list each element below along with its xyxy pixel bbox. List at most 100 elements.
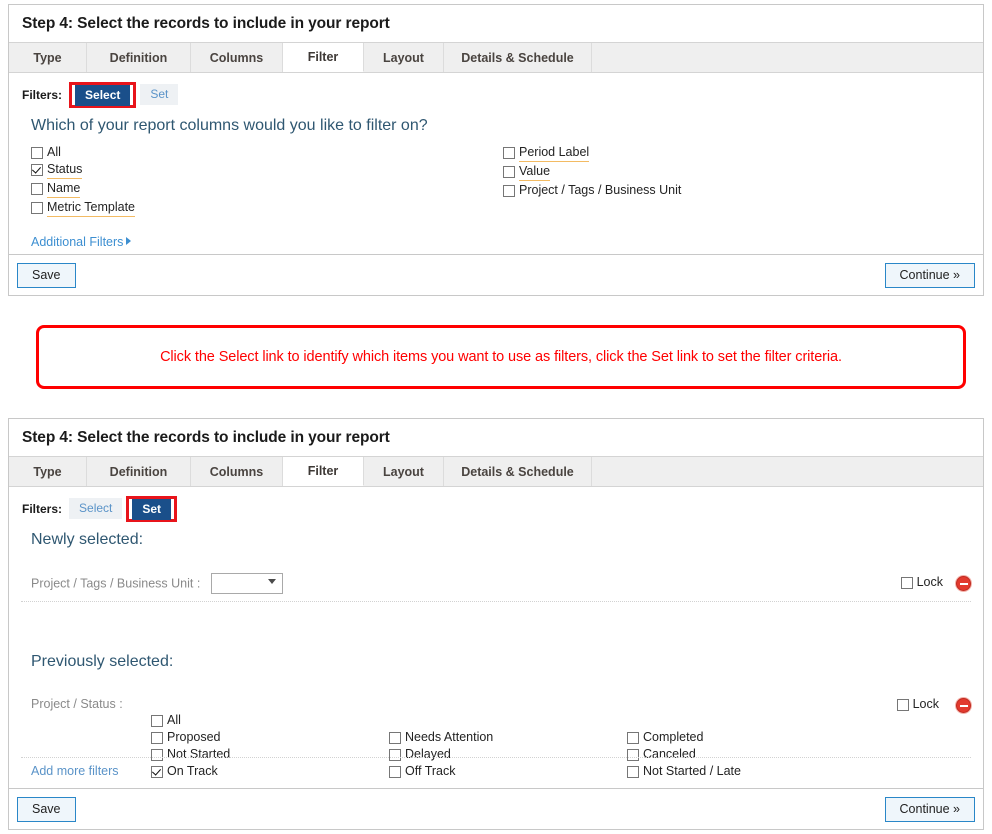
checkbox-period-label[interactable] xyxy=(503,147,515,159)
checkbox-row-not-started[interactable]: Not Started xyxy=(151,747,230,762)
tab-definition[interactable]: Definition xyxy=(87,43,191,72)
tab-bar-filler xyxy=(592,457,983,486)
lock-label-previously[interactable]: Lock xyxy=(913,697,939,711)
page-title: Step 4: Select the records to include in… xyxy=(22,429,390,446)
tab-columns[interactable]: Columns xyxy=(191,43,283,72)
filters-mode-row: Filters: Select Set xyxy=(9,487,983,522)
save-button[interactable]: Save xyxy=(17,797,76,822)
page-title: Step 4: Select the records to include in… xyxy=(22,15,390,32)
checkbox-label-status-off-track[interactable]: Off Track xyxy=(405,764,455,779)
checkbox-row-status[interactable]: Status xyxy=(31,162,135,179)
checkbox-label-status-completed[interactable]: Completed xyxy=(643,730,703,745)
checkbox-status-not-started[interactable] xyxy=(151,749,163,761)
checkbox-label-value[interactable]: Value xyxy=(519,164,551,181)
checkbox-row-needs-attention[interactable]: Needs Attention xyxy=(389,730,493,745)
checkbox-row-metric-template[interactable]: Metric Template xyxy=(31,200,135,217)
checkbox-row-project-tags-business-unit[interactable]: Project / Tags / Business Unit xyxy=(503,183,681,198)
checkbox-metric-template[interactable] xyxy=(31,202,43,214)
filter-column-chooser: All Status Name Metric Template Period L… xyxy=(9,135,983,231)
newly-selected-filter-row: Project / Tags / Business Unit : Lock xyxy=(9,549,983,631)
checkbox-status-completed[interactable] xyxy=(627,732,639,744)
filters-mode-row: Filters: Select Set xyxy=(9,73,983,108)
status-column-2: Needs Attention Delayed Off Track xyxy=(389,730,493,781)
checkbox-label-status-proposed[interactable]: Proposed xyxy=(167,730,221,745)
checkbox-row-completed[interactable]: Completed xyxy=(627,730,741,745)
filters-select-link[interactable]: Select xyxy=(69,498,123,519)
checkbox-row-not-started-late[interactable]: Not Started / Late xyxy=(627,764,741,779)
checkbox-status-on-track[interactable] xyxy=(151,766,163,778)
lock-label-newly[interactable]: Lock xyxy=(917,575,943,589)
save-button[interactable]: Save xyxy=(17,263,76,288)
additional-filters-link[interactable]: Additional Filters xyxy=(31,235,132,249)
checkbox-row-delayed[interactable]: Delayed xyxy=(389,747,493,762)
tab-type[interactable]: Type xyxy=(9,43,87,72)
checkbox-project-tags-business-unit[interactable] xyxy=(503,185,515,197)
checkbox-label-status-delayed[interactable]: Delayed xyxy=(405,747,451,762)
checkbox-label-status-not-started[interactable]: Not Started xyxy=(167,747,230,762)
chevron-right-icon xyxy=(126,237,132,245)
chevron-down-icon xyxy=(267,579,276,584)
project-tags-business-unit-select[interactable] xyxy=(210,573,283,594)
filters-set-link[interactable]: Set xyxy=(140,84,179,105)
previously-selected-heading: Previously selected: xyxy=(31,653,174,670)
add-more-filters-link[interactable]: Add more filters xyxy=(31,764,119,778)
checkbox-label-status[interactable]: Status xyxy=(47,162,83,179)
checkbox-status-not-started-late[interactable] xyxy=(627,766,639,778)
instruction-callout: Click the Select link to identify which … xyxy=(36,325,966,389)
checkbox-name[interactable] xyxy=(31,183,43,195)
checkbox-label-metric-template[interactable]: Metric Template xyxy=(47,200,135,217)
wizard-footer-bar: Save Continue » xyxy=(9,254,983,295)
continue-button[interactable]: Continue » xyxy=(884,797,975,822)
filters-select-link[interactable]: Select xyxy=(75,84,131,106)
checkbox-row-value[interactable]: Value xyxy=(503,164,681,181)
checkbox-status[interactable] xyxy=(31,164,43,176)
tab-layout[interactable]: Layout xyxy=(364,457,444,486)
status-column-1: All Proposed Not Started On Track xyxy=(151,713,230,781)
checkbox-status-canceled[interactable] xyxy=(627,749,639,761)
checkbox-lock-previously[interactable] xyxy=(896,699,909,711)
checkbox-status-delayed[interactable] xyxy=(389,749,401,761)
checkbox-row-all[interactable]: All xyxy=(151,713,230,728)
instruction-callout-text: Click the Select link to identify which … xyxy=(160,349,842,365)
tab-type[interactable]: Type xyxy=(9,457,87,486)
remove-filter-icon-previously[interactable] xyxy=(956,698,971,713)
filters-set-link[interactable]: Set xyxy=(132,498,172,520)
checkbox-label-all[interactable]: All xyxy=(47,145,61,160)
tab-details-and-schedule[interactable]: Details & Schedule xyxy=(444,43,592,72)
checkbox-label-status-on-track[interactable]: On Track xyxy=(167,764,218,779)
tab-filter[interactable]: Filter xyxy=(283,43,364,72)
checkbox-label-period-label[interactable]: Period Label xyxy=(519,145,590,162)
checkbox-label-project-tags-business-unit[interactable]: Project / Tags / Business Unit xyxy=(519,183,681,198)
checkbox-label-status-canceled[interactable]: Canceled xyxy=(643,747,696,762)
checkbox-row-canceled[interactable]: Canceled xyxy=(627,747,741,762)
checkbox-label-status-all[interactable]: All xyxy=(167,713,181,728)
tab-filter[interactable]: Filter xyxy=(283,457,364,486)
checkbox-row-all[interactable]: All xyxy=(31,145,135,160)
tab-details-and-schedule[interactable]: Details & Schedule xyxy=(444,457,592,486)
checkbox-row-period-label[interactable]: Period Label xyxy=(503,145,681,162)
checkbox-lock-newly[interactable] xyxy=(900,577,913,589)
checkbox-row-on-track[interactable]: On Track xyxy=(151,764,230,779)
newly-filter-label: Project / Tags / Business Unit : xyxy=(31,576,201,591)
tab-definition[interactable]: Definition xyxy=(87,457,191,486)
checkbox-value[interactable] xyxy=(503,166,515,178)
tab-columns[interactable]: Columns xyxy=(191,457,283,486)
remove-filter-icon-newly[interactable] xyxy=(956,576,971,591)
checkbox-label-name[interactable]: Name xyxy=(47,181,81,198)
checkbox-all[interactable] xyxy=(31,147,43,159)
checkbox-status-needs-attention[interactable] xyxy=(389,732,401,744)
checkbox-status-proposed[interactable] xyxy=(151,732,163,744)
continue-button[interactable]: Continue » xyxy=(884,263,975,288)
previously-lock-group: Lock xyxy=(896,697,939,711)
checkbox-row-name[interactable]: Name xyxy=(31,181,135,198)
checkbox-label-status-needs-attention[interactable]: Needs Attention xyxy=(405,730,493,745)
tab-layout[interactable]: Layout xyxy=(364,43,444,72)
checkbox-row-proposed[interactable]: Proposed xyxy=(151,730,230,745)
checkbox-status-off-track[interactable] xyxy=(389,766,401,778)
tab-bar-filler xyxy=(592,43,983,72)
set-link-highlight: Set xyxy=(126,495,178,522)
checkbox-status-all[interactable] xyxy=(151,715,163,727)
checkbox-label-status-not-started-late[interactable]: Not Started / Late xyxy=(643,764,741,779)
filter-question: Which of your report columns would you l… xyxy=(31,117,428,134)
checkbox-row-off-track[interactable]: Off Track xyxy=(389,764,493,779)
